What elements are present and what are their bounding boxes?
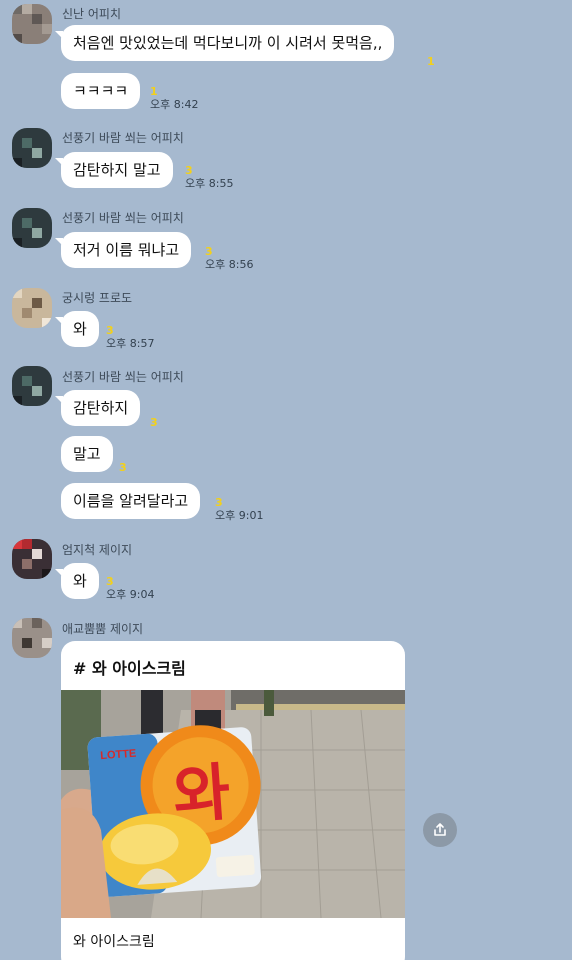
message-meta: 3 bbox=[150, 416, 158, 429]
sender-name: 선풍기 바람 쐬는 어피치 bbox=[62, 370, 184, 384]
timestamp: 오후 8:42 bbox=[150, 98, 199, 111]
brand-label: LOTTE bbox=[100, 748, 137, 762]
timestamp: 오후 8:56 bbox=[205, 258, 254, 271]
message-meta: 1 bbox=[427, 55, 435, 68]
link-card[interactable]: # 와 아이스크림 LOTTE 와 와 아이스크림 bbox=[61, 641, 405, 960]
message-bubble[interactable]: ㅋㅋㅋㅋ bbox=[61, 73, 141, 109]
unread-count: 3 bbox=[106, 575, 114, 588]
message-meta: 3 bbox=[119, 461, 127, 474]
sender-name: 선풍기 바람 쐬는 어피치 bbox=[62, 211, 184, 225]
unread-count: 3 bbox=[205, 245, 213, 258]
message-bubble[interactable]: 감탄하지 bbox=[54, 390, 141, 426]
message-meta: 3 오후 9:04 bbox=[106, 575, 154, 601]
message-meta: 3 오후 9:01 bbox=[215, 496, 263, 522]
avatar[interactable] bbox=[12, 128, 52, 168]
sender-name: 애교뿜뿜 제이지 bbox=[62, 622, 144, 636]
avatar[interactable] bbox=[12, 4, 52, 44]
timestamp: 오후 8:57 bbox=[106, 337, 155, 350]
message-bubble[interactable]: 와 bbox=[55, 311, 99, 347]
unread-count: 3 bbox=[106, 324, 114, 337]
unread-count: 1 bbox=[150, 85, 158, 98]
message-bubble[interactable]: 처음엔 맛있었는데 먹다보니까 이 시려서 못먹음,, bbox=[54, 25, 395, 61]
avatar[interactable] bbox=[12, 208, 52, 248]
avatar[interactable] bbox=[12, 288, 52, 328]
ice-cream-photo: LOTTE 와 bbox=[61, 690, 405, 918]
unread-count: 3 bbox=[119, 461, 127, 474]
timestamp: 오후 9:01 bbox=[215, 509, 264, 522]
card-image: LOTTE 와 bbox=[61, 690, 405, 918]
card-title: # 와 아이스크림 bbox=[73, 659, 186, 678]
message-bubble[interactable]: 저거 이름 뭐냐고 bbox=[54, 232, 192, 268]
message-bubble[interactable]: 감탄하지 말고 bbox=[55, 152, 173, 188]
timestamp: 오후 9:04 bbox=[106, 588, 155, 601]
avatar[interactable] bbox=[12, 618, 52, 658]
timestamp: 오후 8:55 bbox=[185, 177, 234, 190]
share-button[interactable] bbox=[423, 813, 457, 847]
message-meta: 1 오후 8:42 bbox=[150, 85, 198, 111]
sender-name: 궁시렁 프로도 bbox=[62, 291, 133, 305]
unread-count: 3 bbox=[150, 416, 158, 429]
message-bubble[interactable]: 말고 bbox=[61, 436, 113, 472]
sender-name: 엄지척 제이지 bbox=[62, 543, 133, 557]
avatar[interactable] bbox=[12, 366, 52, 406]
message-meta: 3 오후 8:55 bbox=[185, 164, 233, 190]
sender-name: 신난 어피치 bbox=[62, 7, 122, 21]
share-icon bbox=[434, 823, 446, 836]
message-bubble[interactable]: 이름을 알려달라고 bbox=[61, 483, 201, 519]
message-bubble[interactable]: 와 bbox=[55, 563, 99, 599]
unread-count: 3 bbox=[185, 164, 193, 177]
unread-count: 1 bbox=[427, 55, 435, 68]
sender-name: 선풍기 바람 쐬는 어피치 bbox=[62, 131, 184, 145]
card-caption: 와 아이스크림 bbox=[73, 934, 155, 950]
avatar[interactable] bbox=[12, 539, 52, 579]
unread-count: 3 bbox=[215, 496, 223, 509]
message-meta: 3 오후 8:56 bbox=[205, 245, 253, 271]
message-meta: 3 오후 8:57 bbox=[106, 324, 154, 350]
